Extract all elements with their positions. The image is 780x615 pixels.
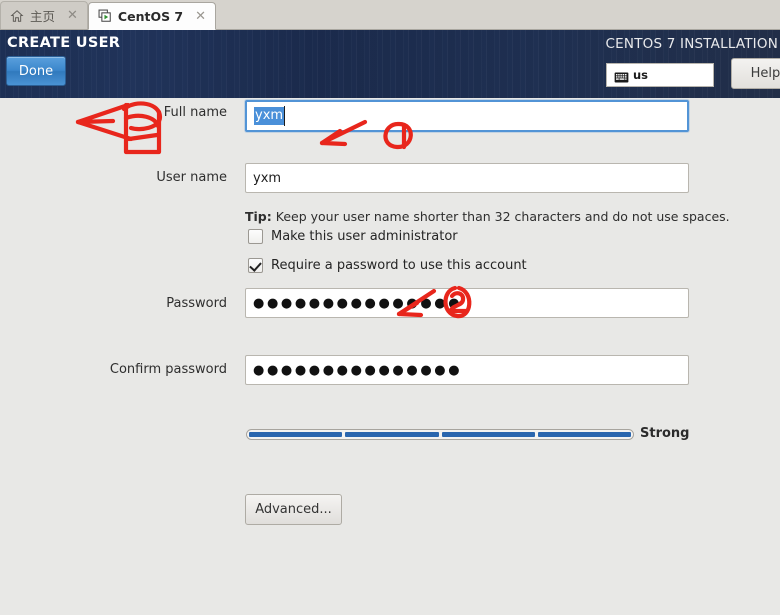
strength-segment [249, 432, 343, 437]
confirm-password-label: Confirm password [109, 362, 227, 377]
make-administrator-label: Make this user administrator [271, 229, 458, 244]
make-administrator-checkbox[interactable] [248, 229, 263, 244]
full-name-value: yxm [254, 106, 286, 126]
browser-tab-home-close-icon[interactable]: ✕ [65, 9, 80, 22]
virtual-machine-icon [98, 9, 112, 23]
browser-tab-centos7[interactable]: CentOS 7 ✕ [87, 2, 217, 30]
installer-header: CREATE USER Done CENTOS 7 INSTALLATION u… [0, 30, 780, 98]
create-user-form: Full name yxm User name yxm Tip: Keep yo… [0, 98, 780, 615]
advanced-button[interactable]: Advanced... [245, 494, 342, 525]
browser-tab-centos7-close-icon[interactable]: ✕ [193, 10, 208, 23]
user-name-tip: Tip: Keep your user name shorter than 32… [245, 209, 730, 224]
strength-segment [345, 432, 439, 437]
password-input[interactable]: ●●●●●●●●●●●●●●● [245, 288, 689, 318]
user-name-value: yxm [253, 170, 282, 186]
full-name-label: Full name [163, 105, 227, 120]
password-strength-meter [246, 429, 634, 440]
strength-segment [441, 432, 535, 437]
require-password-label: Require a password to use this account [271, 258, 527, 273]
tip-prefix: Tip: [245, 209, 272, 224]
browser-tab-bar: 主页 ✕ CentOS 7 ✕ [0, 0, 780, 30]
user-name-label: User name [156, 170, 227, 185]
keyboard-layout-indicator[interactable]: us [606, 63, 714, 87]
browser-tab-home-label: 主页 [30, 9, 56, 24]
keyboard-icon [614, 68, 629, 83]
strength-segment [537, 432, 631, 437]
password-label: Password [166, 296, 227, 311]
tip-text: Keep your user name shorter than 32 char… [275, 209, 730, 224]
browser-tab-home[interactable]: 主页 ✕ [0, 1, 88, 29]
password-value: ●●●●●●●●●●●●●●● [253, 295, 463, 311]
confirm-password-value: ●●●●●●●●●●●●●●● [253, 362, 463, 378]
full-name-input[interactable]: yxm [245, 100, 689, 132]
keyboard-layout-label: us [633, 68, 649, 82]
require-password-checkbox[interactable] [248, 258, 263, 273]
user-name-input[interactable]: yxm [245, 163, 689, 193]
done-button[interactable]: Done [6, 56, 66, 86]
password-strength-label: Strong [640, 426, 690, 441]
require-password-checkbox-row[interactable]: Require a password to use this account [248, 258, 527, 273]
help-button[interactable]: Help! [731, 58, 780, 89]
browser-tab-centos7-label: CentOS 7 [117, 8, 184, 24]
page-title: CREATE USER [7, 35, 121, 51]
installation-title: CENTOS 7 INSTALLATION [605, 36, 778, 52]
make-administrator-checkbox-row[interactable]: Make this user administrator [248, 229, 458, 244]
confirm-password-input[interactable]: ●●●●●●●●●●●●●●● [245, 355, 689, 385]
home-icon [10, 9, 24, 23]
